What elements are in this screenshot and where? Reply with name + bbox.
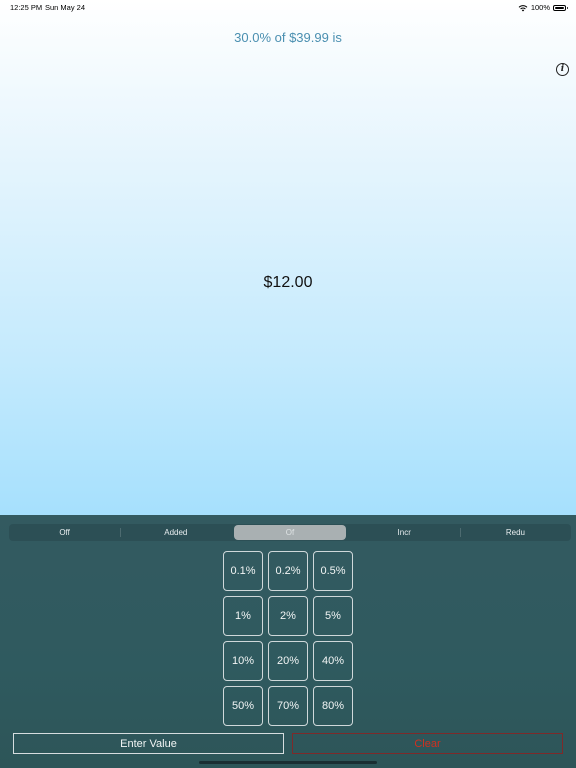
percent-key[interactable]: 10% bbox=[223, 641, 263, 681]
status-bar: 12:25 PM Sun May 24 100% bbox=[0, 0, 576, 14]
enter-value-button[interactable]: Enter Value bbox=[13, 733, 284, 754]
percent-keypad: 0.1% 0.2% 0.5% 1% 2% 5% 10% 20% 40% 50% … bbox=[223, 551, 353, 726]
mode-off[interactable]: Off bbox=[9, 524, 120, 541]
clear-button[interactable]: Clear bbox=[292, 733, 563, 754]
mode-added[interactable]: Added bbox=[120, 524, 231, 541]
battery-percent: 100% bbox=[530, 3, 550, 12]
percent-key[interactable]: 0.5% bbox=[313, 551, 353, 591]
status-indicators: 100% bbox=[518, 3, 568, 12]
result-area: 12:25 PM Sun May 24 100% 30.0% of $39.99… bbox=[0, 0, 576, 515]
wifi-icon bbox=[518, 4, 528, 11]
percent-key[interactable]: 20% bbox=[268, 641, 308, 681]
mode-reduce[interactable]: Redu bbox=[459, 524, 571, 541]
percent-key[interactable]: 40% bbox=[313, 641, 353, 681]
status-time: 12:25 PM bbox=[10, 3, 43, 12]
result-value: $12.00 bbox=[263, 274, 313, 291]
percent-key[interactable]: 80% bbox=[313, 686, 353, 726]
mode-of[interactable]: Of bbox=[234, 525, 346, 540]
mode-increase[interactable]: Incr bbox=[349, 524, 460, 541]
info-icon[interactable]: i bbox=[556, 63, 569, 76]
percent-key[interactable]: 0.1% bbox=[223, 551, 263, 591]
mode-selector: Off Added Of Incr Redu bbox=[9, 524, 571, 541]
calculation-description: 30.0% of $39.99 is bbox=[234, 30, 342, 45]
home-indicator[interactable] bbox=[199, 761, 377, 764]
status-date: Sun May 24 bbox=[45, 3, 86, 12]
percent-key[interactable]: 5% bbox=[313, 596, 353, 636]
keypad-panel: Off Added Of Incr Redu 0.1% 0.2% 0.5% 1%… bbox=[0, 515, 576, 768]
battery-icon bbox=[553, 4, 568, 11]
percent-key[interactable]: 50% bbox=[223, 686, 263, 726]
percent-key[interactable]: 70% bbox=[268, 686, 308, 726]
percent-key[interactable]: 0.2% bbox=[268, 551, 308, 591]
percent-key[interactable]: 2% bbox=[268, 596, 308, 636]
percent-key[interactable]: 1% bbox=[223, 596, 263, 636]
